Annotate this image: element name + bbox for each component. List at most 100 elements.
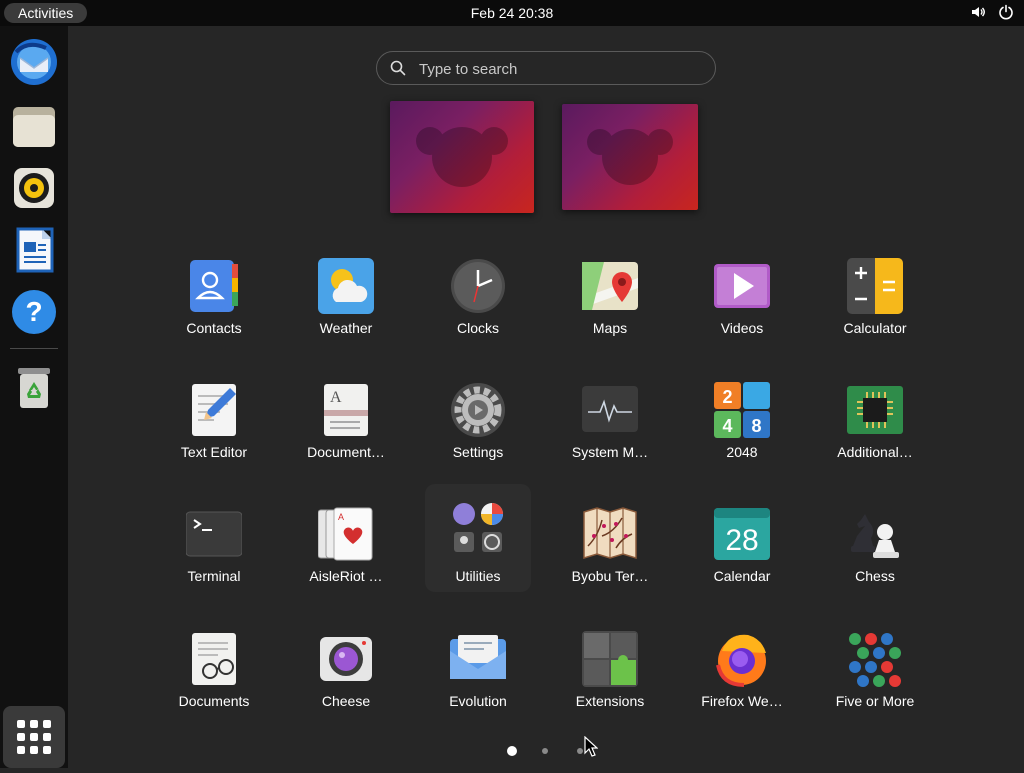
system-monitor-icon [582, 386, 638, 432]
app-byobu-terminal[interactable]: Byobu Ter… [557, 492, 663, 600]
grid-icon [17, 720, 51, 754]
app-maps[interactable]: Maps [557, 244, 663, 352]
libreoffice-writer-icon[interactable] [10, 226, 58, 274]
contacts-icon [190, 260, 238, 312]
thunderbird-icon[interactable] [10, 38, 58, 86]
app-label: Terminal [187, 568, 241, 584]
app-chess[interactable]: Chess [822, 492, 928, 600]
clock-icon [451, 259, 505, 313]
app-label: Document… [307, 444, 385, 460]
app-label: Byobu Ter… [571, 568, 649, 584]
app-terminal[interactable]: Terminal [161, 492, 267, 600]
app-2048[interactable]: 2 4 8 2048 [689, 368, 795, 476]
app-label: Firefox We… [701, 693, 783, 709]
weather-icon [318, 258, 374, 314]
calculator-icon [847, 258, 903, 314]
page-dot-1[interactable] [507, 746, 517, 756]
calendar-icon: 28 [714, 508, 770, 560]
gear-icon [451, 383, 505, 437]
svg-text:A: A [338, 512, 344, 522]
document-viewer-icon: A [324, 384, 368, 436]
app-label: Utilities [455, 568, 501, 584]
app-folder-utilities[interactable]: Utilities [425, 484, 531, 592]
app-label: Videos [720, 320, 764, 336]
rhythmbox-icon[interactable] [10, 164, 58, 212]
app-label: Documents [178, 693, 250, 709]
app-aisleriot-solitaire[interactable]: A AisleRiot … [293, 492, 399, 600]
page-dot-3[interactable] [577, 748, 583, 754]
video-play-icon [714, 264, 770, 308]
app-five-or-more[interactable]: Five or More [822, 617, 928, 725]
app-label: Text Editor [180, 444, 248, 460]
app-label: Evolution [449, 693, 507, 709]
app-label: Contacts [186, 320, 242, 336]
balls-icon [849, 633, 901, 687]
documents-icon [192, 633, 236, 685]
mail-envelope-icon [450, 635, 506, 679]
chip-icon [847, 386, 903, 434]
svg-text:A: A [330, 389, 342, 406]
app-documents[interactable]: Documents [161, 617, 267, 725]
app-settings[interactable]: Settings [425, 368, 531, 476]
app-system-monitor[interactable]: System M… [557, 368, 663, 476]
app-label: Calculator [843, 320, 907, 336]
app-label: Weather [319, 320, 373, 336]
app-weather[interactable]: Weather [293, 244, 399, 352]
workspace-thumbnail-2[interactable] [562, 104, 698, 210]
dash-separator [10, 348, 58, 349]
workspace-thumbnail-1[interactable] [390, 101, 534, 213]
tile-2: 2 [722, 387, 732, 407]
app-calculator[interactable]: Calculator [822, 244, 928, 352]
tile-4: 4 [722, 416, 732, 436]
app-label: Extensions [575, 693, 645, 709]
app-label: Clocks [456, 320, 499, 336]
tile-8: 8 [751, 416, 761, 436]
app-contacts[interactable]: Contacts [161, 244, 267, 352]
search-icon [390, 60, 406, 76]
calendar-day: 28 [725, 524, 758, 557]
app-label: Maps [592, 320, 628, 336]
search-input[interactable] [417, 52, 701, 86]
page-dot-2[interactable] [542, 748, 548, 754]
files-icon[interactable] [10, 102, 58, 150]
dash: ? [0, 26, 68, 768]
volume-icon[interactable] [970, 4, 986, 20]
firefox-icon [716, 634, 766, 687]
app-label: AisleRiot … [309, 568, 383, 584]
app-label: Settings [452, 444, 504, 460]
search-box[interactable] [376, 51, 716, 86]
app-additional-drivers[interactable]: Additional… [822, 368, 928, 476]
playing-cards-icon: A [318, 507, 373, 561]
app-cheese[interactable]: Cheese [293, 617, 399, 725]
app-document-viewer[interactable]: A Document… [293, 368, 399, 476]
help-icon[interactable]: ? [10, 288, 58, 336]
byobu-icon [583, 507, 637, 560]
app-clocks[interactable]: Clocks [425, 244, 531, 352]
app-label: 2048 [726, 444, 758, 460]
app-evolution[interactable]: Evolution [425, 617, 531, 725]
top-bar: Activities Feb 24 20:38 [0, 0, 1024, 26]
app-firefox[interactable]: Firefox We… [689, 617, 795, 725]
camera-icon [320, 637, 372, 681]
text-editor-icon [192, 384, 236, 436]
chess-knight-icon [851, 514, 899, 558]
system-tray[interactable] [970, 4, 1014, 20]
app-calendar[interactable]: 28 Calendar [689, 492, 795, 600]
puzzle-icon [582, 631, 638, 687]
app-text-editor[interactable]: Text Editor [161, 368, 267, 476]
power-icon[interactable] [998, 4, 1014, 20]
show-applications-button[interactable] [3, 706, 65, 768]
game-2048-icon: 2 4 8 [714, 382, 770, 438]
mouse-pointer-icon [584, 736, 598, 757]
app-videos[interactable]: Videos [689, 244, 795, 352]
trash-icon[interactable] [10, 364, 58, 412]
app-label: Calendar [713, 568, 771, 584]
date-time-clock[interactable]: Feb 24 20:38 [0, 0, 1024, 26]
app-label: Cheese [321, 693, 371, 709]
app-label: System M… [571, 444, 649, 460]
svg-text:?: ? [25, 296, 42, 327]
app-extensions[interactable]: Extensions [557, 617, 663, 725]
app-label: Five or More [835, 693, 915, 709]
app-label: Chess [855, 568, 895, 584]
app-label: Additional… [837, 444, 913, 460]
